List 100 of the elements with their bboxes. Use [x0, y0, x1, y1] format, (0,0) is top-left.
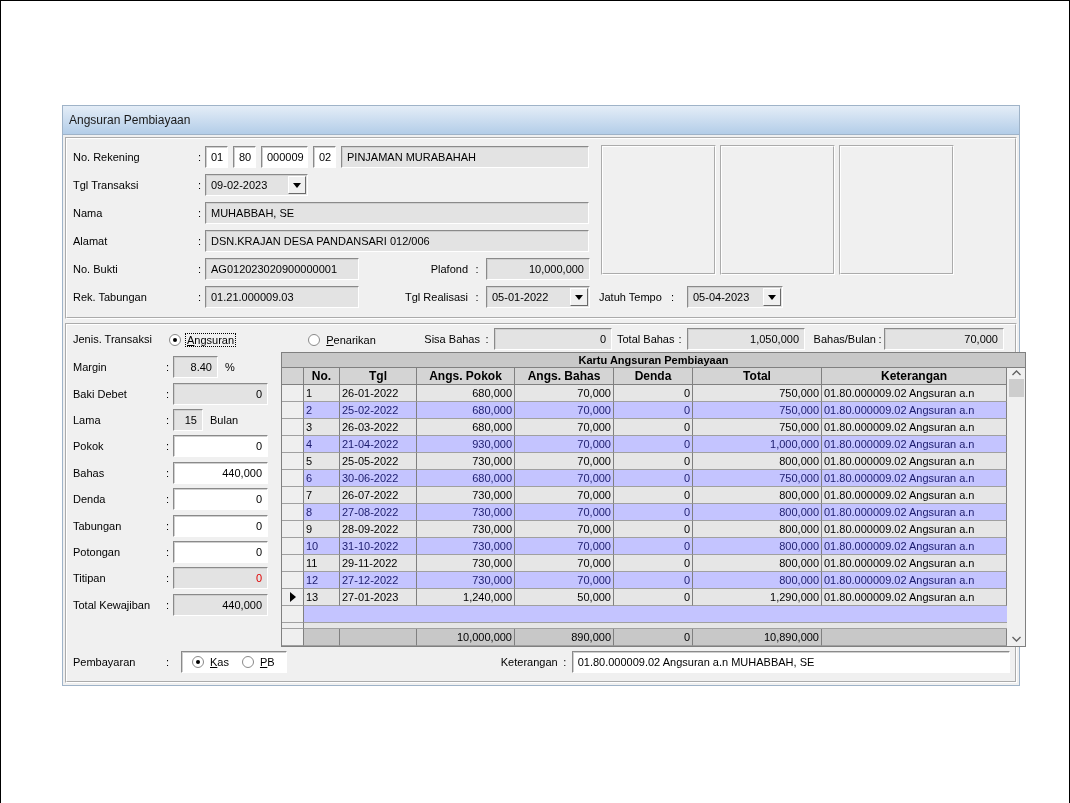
radio-circle[interactable] [169, 334, 181, 346]
column-header[interactable]: Angs. Bahas [515, 368, 614, 385]
table-cell: 01.80.000009.02 Angsuran a.n [822, 419, 1007, 436]
amount-field[interactable]: 0 [173, 514, 268, 537]
table-cell: 01.80.000009.02 Angsuran a.n [822, 504, 1007, 521]
radio-circle[interactable] [241, 656, 254, 668]
colon: : [166, 493, 171, 506]
row-indicator[interactable] [282, 589, 304, 606]
table-cell: 01.80.000009.02 Angsuran a.n [822, 402, 1007, 419]
scroll-down-icon[interactable] [1011, 636, 1021, 642]
field-label: Margin [73, 361, 108, 374]
field-label: Lama [73, 413, 102, 426]
table-cell: 2 [304, 402, 340, 419]
colon: : [166, 413, 171, 426]
table-cell: 70,000 [515, 572, 614, 589]
table-cell: 0 [614, 419, 693, 436]
dropdown-button[interactable] [763, 288, 781, 306]
column-header[interactable]: No. [304, 368, 340, 385]
amount-field[interactable]: 0 [173, 540, 268, 563]
colon: : [198, 235, 203, 247]
column-header[interactable]: Angs. Pokok [417, 368, 515, 385]
table-cell: 70,000 [515, 521, 614, 538]
amount-field: 0 [494, 328, 612, 350]
table-cell: 0 [614, 470, 693, 487]
table-cell: 800,000 [693, 572, 822, 589]
colon: : [166, 656, 171, 668]
field-label: Tabungan [73, 519, 123, 532]
field-label: Tgl Realisasi [404, 291, 468, 303]
scroll-thumb[interactable] [1008, 379, 1024, 397]
table-cell: 50,000 [515, 589, 614, 606]
radio-circle[interactable] [308, 334, 321, 346]
account-number-field[interactable]: 80 [233, 146, 256, 168]
table-cell: 730,000 [417, 555, 515, 572]
table-cell: 01.80.000009.02 Angsuran a.n [822, 555, 1007, 572]
colon: : [474, 263, 480, 275]
radio-option[interactable]: Kas [192, 656, 230, 668]
scroll-up-icon[interactable] [1011, 370, 1021, 376]
field-label: Potongan [73, 545, 122, 558]
account-number-field[interactable]: 01 [205, 146, 228, 168]
radio-option[interactable]: Angsuran [169, 334, 236, 346]
field-label: Pembayaran [73, 656, 137, 668]
amount-field: 440,000 [173, 593, 268, 616]
date-field[interactable]: 05-01-2022 [486, 286, 590, 308]
column-header[interactable]: Total [693, 368, 822, 385]
dropdown-button[interactable] [570, 288, 588, 306]
radio-circle[interactable] [192, 656, 204, 668]
amount-field[interactable]: 0 [173, 488, 268, 511]
remarks-field[interactable]: 01.80.000009.02 Angsuran a.n MUHABBAH, SE [571, 651, 1010, 673]
table-cell: 680,000 [417, 419, 515, 436]
date-field[interactable]: 05-04-2023 [687, 286, 783, 308]
table-cell: 70,000 [515, 504, 614, 521]
table-cell: 1 [304, 385, 340, 402]
table-cell: 750,000 [693, 385, 822, 402]
table-cell: 680,000 [417, 385, 515, 402]
field-label: No. Rekening [73, 151, 141, 163]
colon: : [166, 361, 171, 374]
radio-option[interactable]: PB [241, 656, 276, 668]
table-cell: 9 [304, 521, 340, 538]
colon: : [877, 333, 883, 345]
colon: : [166, 519, 171, 532]
field-label: Baki Debet [73, 387, 128, 400]
dropdown-button[interactable] [288, 176, 306, 194]
column-header[interactable]: Denda [614, 368, 693, 385]
date-field[interactable]: 09-02-2023 [205, 174, 308, 196]
table-cell: 26-07-2022 [340, 487, 417, 504]
field-label: Total Bahas [617, 333, 673, 345]
field-label: Titipan [73, 572, 107, 585]
amount-field: 1,050,000 [687, 328, 805, 350]
table-cell: 3 [304, 419, 340, 436]
total-cell: 0 [614, 629, 693, 646]
colon: : [166, 466, 171, 479]
table-cell: 01.80.000009.02 Angsuran a.n [822, 521, 1007, 538]
amount-field: 8.40 [173, 356, 218, 379]
table-cell: 5 [304, 453, 340, 470]
account-number-field[interactable]: 02 [313, 146, 336, 168]
table-cell: 800,000 [693, 521, 822, 538]
table-cell: 0 [614, 504, 693, 521]
table-cell: 26-01-2022 [340, 385, 417, 402]
column-header[interactable]: Keterangan [822, 368, 1007, 385]
amount-field: 0 [173, 567, 268, 590]
table-cell: 0 [614, 453, 693, 470]
table-cell: 750,000 [693, 470, 822, 487]
field-label: Alamat [73, 235, 109, 247]
amount-field[interactable]: 0 [173, 435, 268, 458]
table-cell: 800,000 [693, 538, 822, 555]
account-number-field[interactable]: 000009 [261, 146, 308, 168]
table-cell: 8 [304, 504, 340, 521]
table-cell: 70,000 [515, 555, 614, 572]
radio-option[interactable]: Penarikan [308, 334, 377, 346]
column-header[interactable]: Tgl [340, 368, 417, 385]
table-cell: 31-10-2022 [340, 538, 417, 555]
table-cell: 29-11-2022 [340, 555, 417, 572]
amount-field[interactable]: 440,000 [173, 461, 268, 484]
table-cell: 0 [614, 436, 693, 453]
table-cell: 01.80.000009.02 Angsuran a.n [822, 589, 1007, 606]
table-cell: 70,000 [515, 419, 614, 436]
caret-icon [293, 182, 301, 188]
scrollbar[interactable] [1007, 368, 1025, 646]
colon: : [166, 598, 171, 611]
table-cell: 01.80.000009.02 Angsuran a.n [822, 385, 1007, 402]
